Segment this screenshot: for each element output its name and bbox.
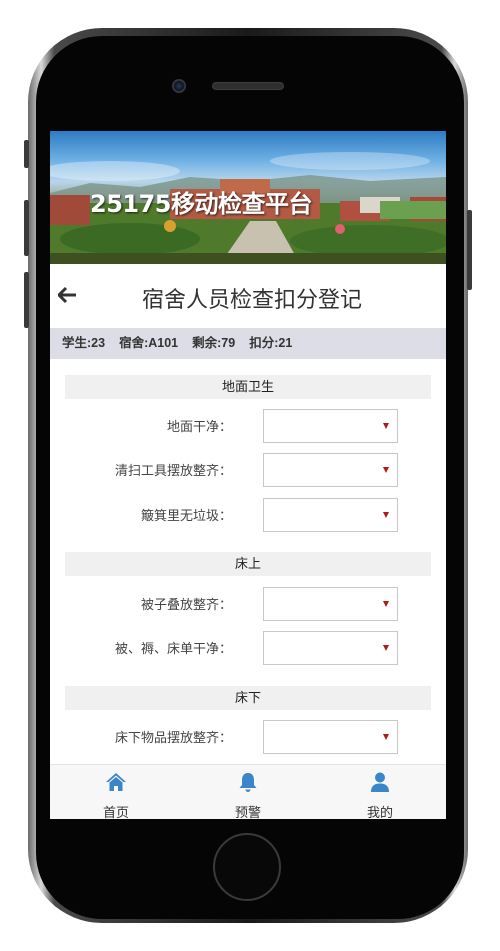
phone-volume-down-button (24, 272, 29, 328)
select-under-bed-tidy[interactable] (263, 720, 398, 754)
campus-banner-image: 25175移动检查平台 (50, 131, 446, 264)
tab-mine[interactable]: 我的 (314, 765, 446, 819)
camera-icon (172, 79, 186, 93)
user-icon (371, 772, 389, 792)
section-header-floor: 地面卫生 (65, 375, 431, 399)
select-bedding-clean[interactable] (263, 631, 398, 665)
page-title: 宿舍人员检查扣分登记 (141, 288, 362, 313)
row-label: 被、褥、床单干净： (114, 642, 232, 657)
tab-home-label: 首页 (102, 806, 129, 819)
select-tools-tidy[interactable] (263, 453, 398, 487)
caret-down-icon (383, 645, 389, 651)
row-label: 被子叠放整齐： (140, 598, 232, 613)
caret-down-icon (383, 512, 389, 518)
section-header-bed-top: 床上 (65, 552, 431, 576)
caret-down-icon (383, 467, 389, 473)
remaining-count: 剩余:79 (192, 336, 236, 350)
row-label: 床下物品摆放整齐： (114, 731, 232, 746)
phone-volume-up-button (24, 200, 29, 256)
phone-side-button (24, 140, 29, 168)
section-header-under-bed: 床下 (65, 686, 431, 710)
tab-alert-label: 预警 (234, 806, 261, 819)
tab-home[interactable]: 首页 (50, 765, 182, 819)
bell-icon (239, 773, 257, 792)
home-icon (106, 773, 126, 791)
select-floor-clean[interactable] (263, 409, 398, 443)
speaker-grill (212, 82, 284, 90)
caret-down-icon (383, 423, 389, 429)
row-label: 簸箕里无垃圾： (140, 509, 232, 524)
banner-title: 25175移动检查平台 (90, 190, 313, 218)
tab-alert[interactable]: 预警 (182, 765, 314, 819)
deduction-score: 扣分:21 (249, 336, 293, 350)
page-header: 宿舍人员检查扣分登记 (50, 264, 446, 328)
select-quilt-folded[interactable] (263, 587, 398, 621)
caret-down-icon (383, 734, 389, 740)
select-dustpan-empty[interactable] (263, 498, 398, 532)
student-count: 学生:23 (62, 336, 106, 350)
dorm-number: 宿舍:A101 (119, 336, 179, 350)
phone-power-button (467, 210, 472, 290)
caret-down-icon (383, 601, 389, 607)
row-label: 地面干净： (166, 420, 232, 435)
app-screen: 25175移动检查平台 宿舍人员检查扣分登记 学生:23 宿舍:A101 剩余:79… (50, 131, 446, 819)
tab-mine-label: 我的 (366, 806, 393, 819)
phone-home-button[interactable] (213, 833, 281, 901)
inspection-form: 地面卫生 地面干净： 清扫工具摆放整齐： 簸箕里无垃圾： 床上 被子叠放整齐： … (50, 359, 446, 764)
row-label: 清扫工具摆放整齐： (114, 464, 232, 479)
bottom-tab-bar: 首页 预警 我的 (50, 764, 446, 819)
stats-bar: 学生:23 宿舍:A101 剩余:79 扣分:21 (50, 328, 446, 359)
